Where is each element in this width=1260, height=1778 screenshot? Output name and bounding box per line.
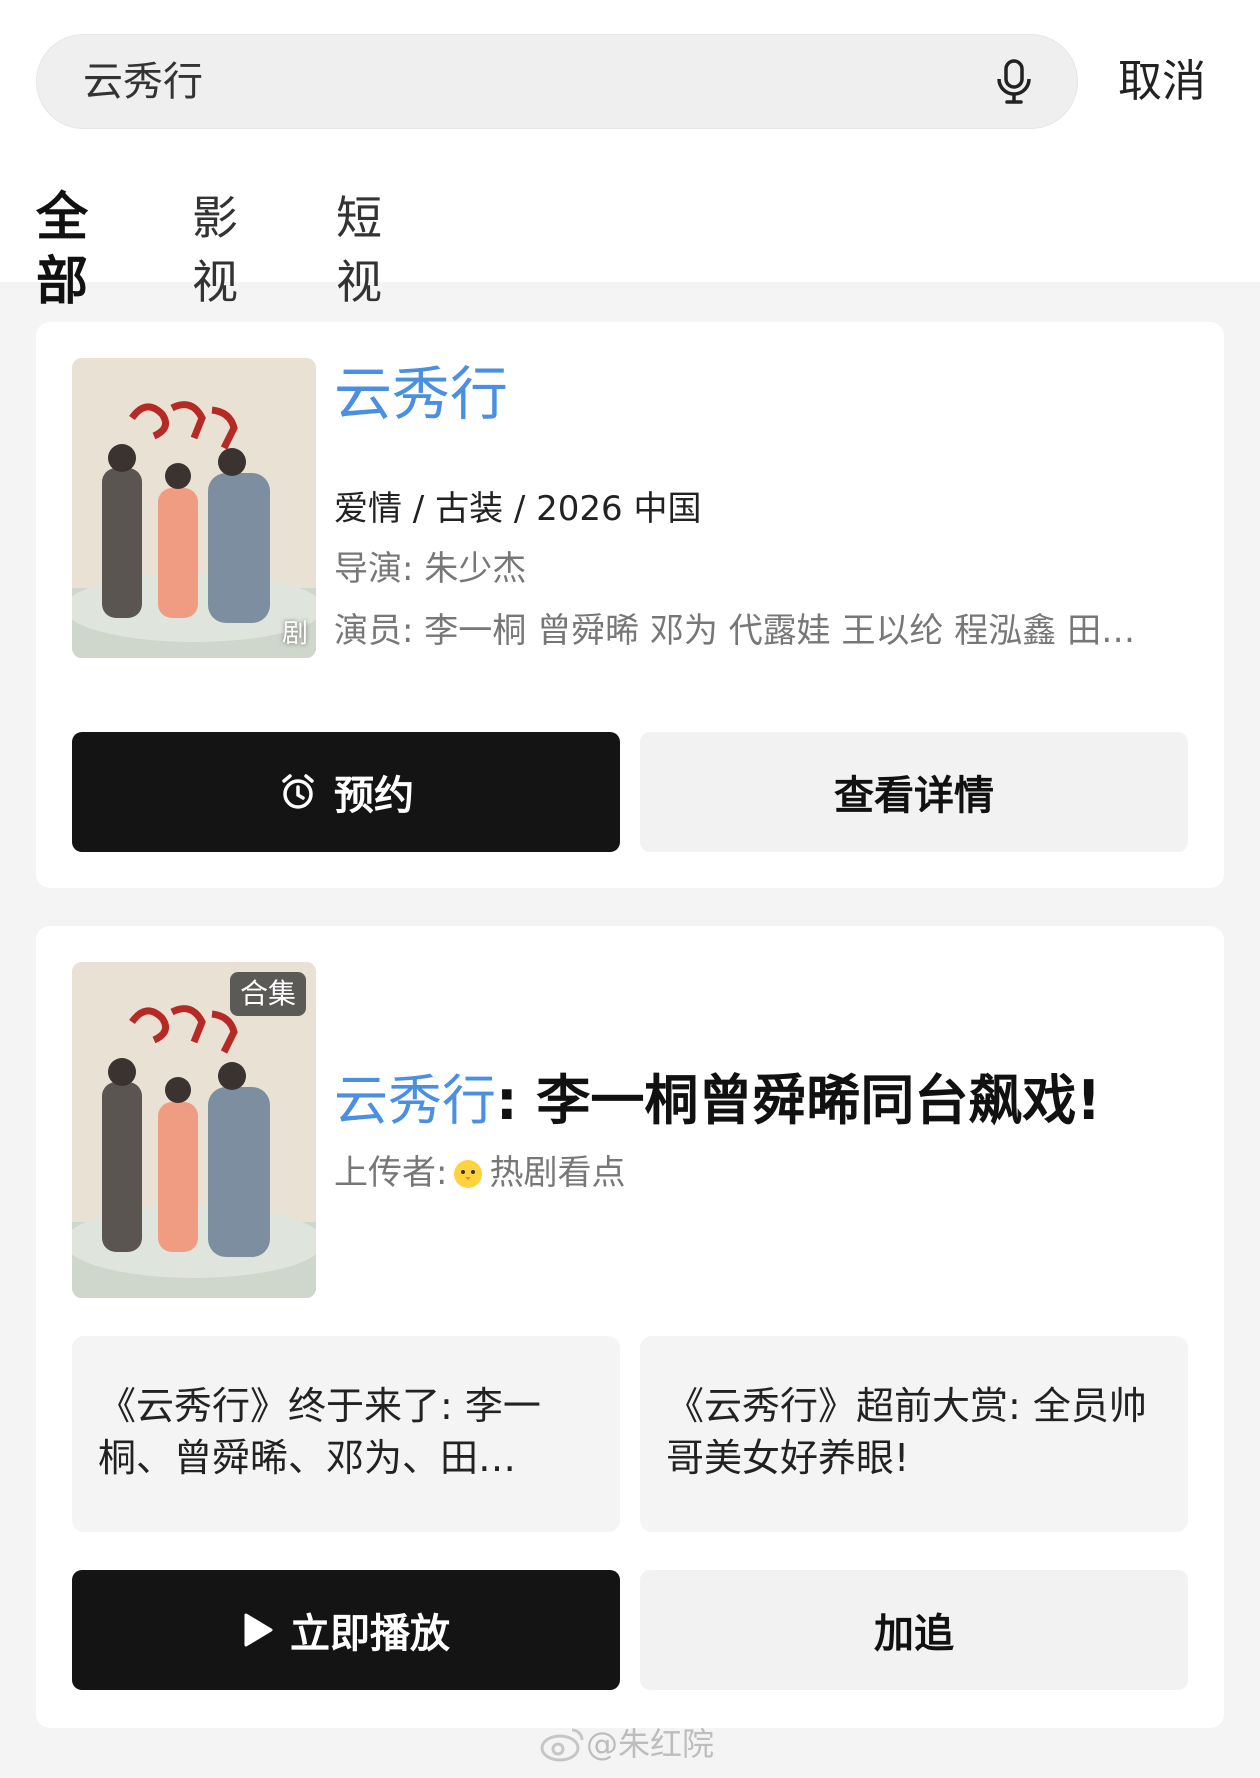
clip-item[interactable]: 《云秀行》终于来了: 李一桐、曾舜晞、邓为、田… [72, 1336, 620, 1532]
uploader-name[interactable]: 热剧看点 [489, 1152, 625, 1194]
clip-item-peek[interactable] [1242, 1336, 1260, 1532]
uploader-line: 上传者: 热剧看点 [334, 1152, 625, 1194]
drama-title[interactable]: 云秀行 [334, 360, 508, 428]
drama-director: 导演: 朱少杰 [334, 549, 527, 589]
microphone-icon[interactable] [989, 57, 1039, 107]
play-now-button[interactable]: 立即播放 [72, 1570, 620, 1690]
drama-badge: 剧 [281, 619, 308, 649]
view-details-button[interactable]: 查看详情 [640, 732, 1188, 852]
watermark-text: @朱红院 [586, 1725, 715, 1763]
alarm-clock-icon [282, 774, 314, 809]
watermark: @朱红院 [540, 1722, 714, 1766]
play-icon [244, 1613, 273, 1647]
collection-badge: 合集 [229, 972, 306, 1016]
drama-cast: 演员: 李一桐 曾舜晞 邓为 代露娃 王以纶 程泓鑫 田… [334, 611, 1136, 651]
collection-title-highlight: 云秀行 [334, 1069, 496, 1132]
collection-result-card: 合集 云秀行: 李一桐曾舜晞同台飙戏! 上传者: 热剧看点 《云秀行》终于来了:… [36, 926, 1260, 1728]
reserve-button-label: 预约 [334, 773, 414, 819]
play-now-label: 立即播放 [290, 1611, 450, 1657]
collection-title-rest: : 李一桐曾舜晞同台飙戏! [496, 1069, 1102, 1132]
drama-result-card: 剧 云秀行 爱情 / 古装 / 2026 中国 导演: 朱少杰 演员: 李一桐 … [36, 322, 1224, 888]
uploader-label: 上传者: [334, 1153, 448, 1193]
collection-poster[interactable]: 合集 [72, 962, 316, 1298]
clip-item[interactable]: 《云秀行》超前大赏: 全员帅哥美女好养眼! [640, 1336, 1188, 1532]
follow-button[interactable]: 加追 [640, 1570, 1188, 1690]
tab-all[interactable]: 全部 [36, 186, 88, 314]
cancel-button[interactable]: 取消 [1118, 56, 1206, 108]
poster-image [72, 358, 316, 658]
clip-title: 《云秀行》终于来了: 李一桐、曾舜晞、邓为、田… [98, 1384, 541, 1480]
clip-title: 《云秀行》超前大赏: 全员帅哥美女好养眼! [666, 1384, 1147, 1480]
drama-genre-year: 爱情 / 古装 / 2026 中国 [334, 489, 702, 529]
collection-title[interactable]: 云秀行: 李一桐曾舜晞同台飙戏! [334, 1068, 1101, 1134]
tab-film-tv[interactable]: 影视 [192, 186, 238, 314]
search-header: 云秀行 取消 全部 影视 短视频 [0, 0, 1260, 373]
search-query[interactable]: 云秀行 [83, 59, 203, 105]
drama-poster[interactable]: 剧 [72, 358, 316, 658]
search-input[interactable]: 云秀行 [36, 34, 1078, 129]
chick-avatar-icon[interactable] [451, 1156, 485, 1190]
weibo-logo-icon [540, 1728, 584, 1762]
reserve-button[interactable]: 预约 [72, 732, 620, 852]
